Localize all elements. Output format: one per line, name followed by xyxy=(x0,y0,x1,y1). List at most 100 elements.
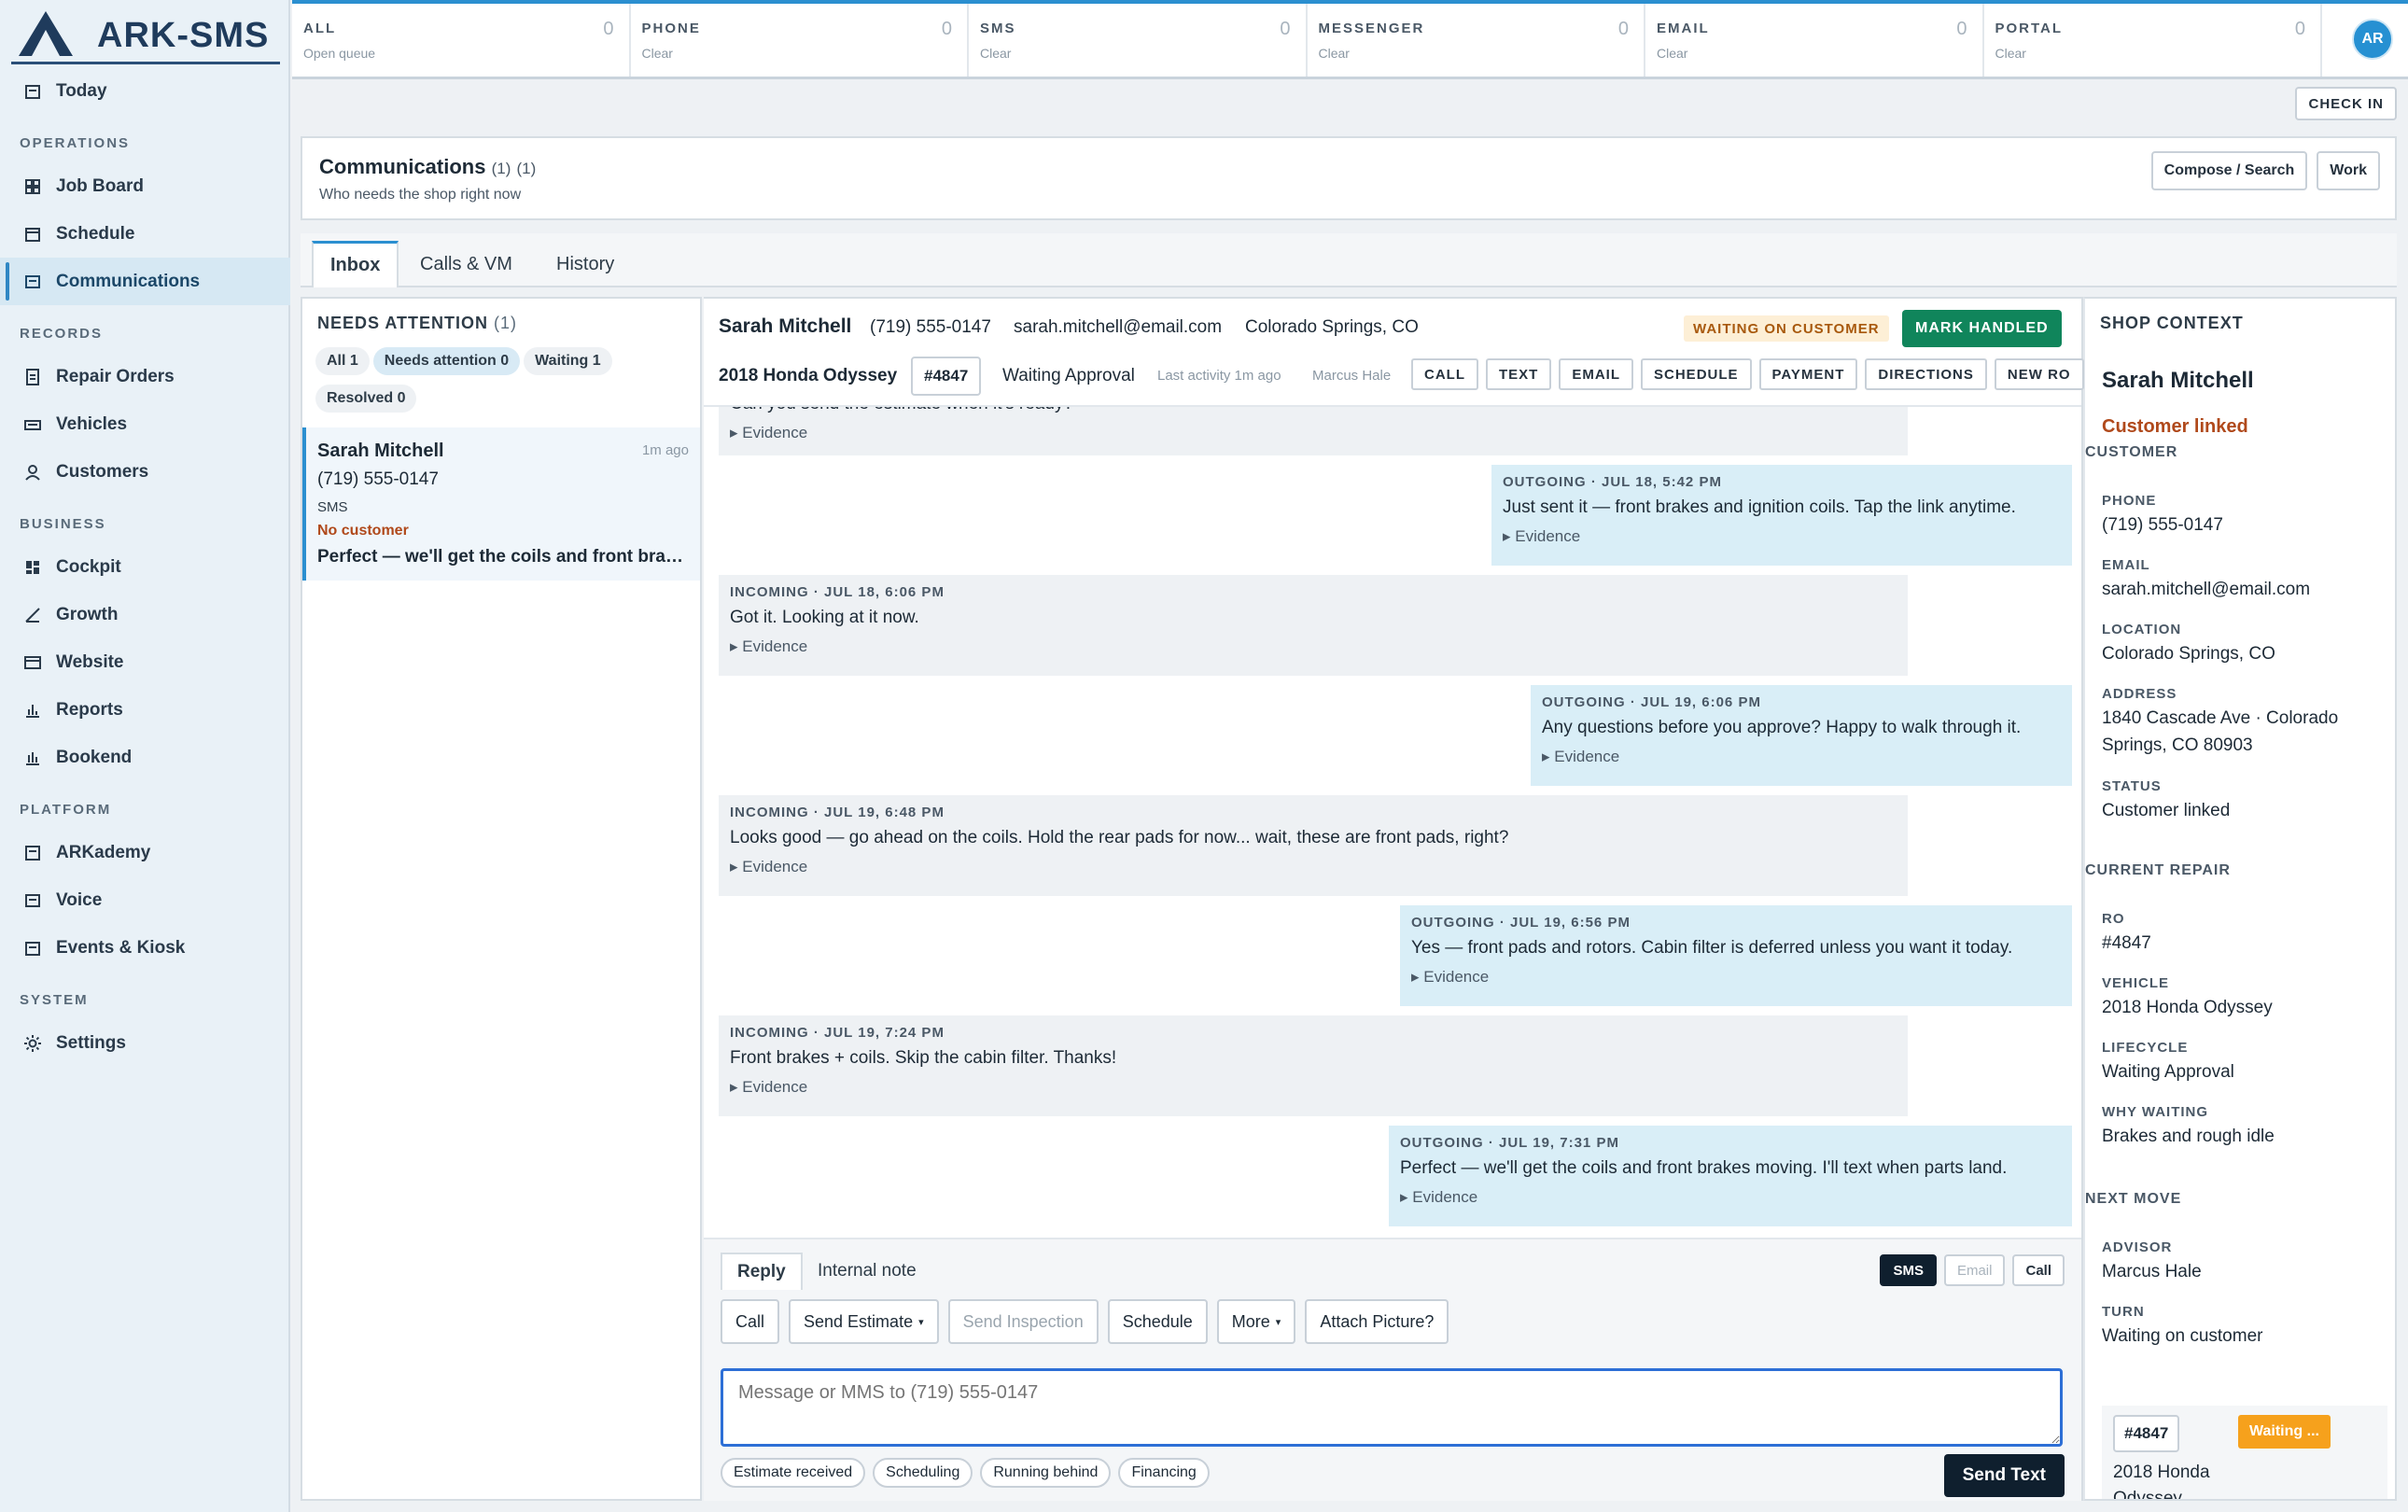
thread-lifecycle: Waiting Approval xyxy=(1002,366,1135,385)
list-item[interactable]: Sarah Mitchell 1m ago (719) 555-0147 SMS… xyxy=(302,427,700,581)
channel-count: 0 xyxy=(1280,19,1291,39)
call-button[interactable]: Call xyxy=(721,1299,780,1344)
channel-sms-button[interactable]: SMS xyxy=(1880,1254,1937,1286)
message-input[interactable] xyxy=(721,1368,2063,1447)
field-advisor: Marcus Hale xyxy=(2102,1262,2202,1281)
message-meta: OUTGOING · JUL 19, 6:06 PM xyxy=(1542,694,1761,710)
mini-status-badge[interactable]: Waiting ... xyxy=(2238,1415,2331,1449)
section-next-move: NEXT MOVE xyxy=(2085,1191,2182,1207)
evidence-toggle[interactable]: ▸ Evidence xyxy=(730,637,1897,656)
sidebar-item-customers[interactable]: Customers xyxy=(0,448,290,496)
directions-action-button[interactable]: DIRECTIONS xyxy=(1865,358,1987,390)
sidebar-item-today[interactable]: Today xyxy=(0,67,290,115)
filter-chip-waiting[interactable]: Waiting 1 xyxy=(524,347,612,375)
page-title: Communications (1) (1) xyxy=(319,155,536,179)
sidebar-item-reports[interactable]: Reports xyxy=(0,686,290,734)
sidebar-item-arkademy[interactable]: ARKademy xyxy=(0,829,290,876)
field-label: TURN xyxy=(2102,1304,2145,1320)
field-ro: #4847 xyxy=(2102,933,2151,953)
check-in-button[interactable]: CHECK IN xyxy=(2295,87,2397,120)
message-meta: INCOMING · JUL 19, 7:24 PM xyxy=(730,1025,945,1041)
send-text-button[interactable]: Send Text xyxy=(1943,1454,2065,1497)
tab-inbox[interactable]: Inbox xyxy=(312,241,399,287)
tab-history[interactable]: History xyxy=(539,241,631,287)
channel-count: 0 xyxy=(2294,19,2305,39)
tab-internal-note[interactable]: Internal note xyxy=(803,1253,931,1290)
schedule-button[interactable]: Schedule xyxy=(1107,1299,1208,1344)
channel-email-button[interactable]: Email xyxy=(1943,1254,2006,1286)
sidebar-item-bookend[interactable]: Bookend xyxy=(0,734,290,781)
schedule-action-button[interactable]: SCHEDULE xyxy=(1641,358,1752,390)
payment-action-button[interactable]: PAYMENT xyxy=(1758,358,1858,390)
filter-chip-all[interactable]: All 1 xyxy=(315,347,370,375)
tab-calls-vm[interactable]: Calls & VM xyxy=(403,241,529,287)
email-action-button[interactable]: EMAIL xyxy=(1559,358,1634,390)
channel-email[interactable]: EMAIL Clear 0 xyxy=(1645,4,1984,77)
evidence-toggle[interactable]: ▸ Evidence xyxy=(730,1078,1897,1097)
mark-handled-button[interactable]: MARK HANDLED xyxy=(1902,310,2062,347)
sidebar-item-label: Repair Orders xyxy=(56,366,175,386)
field-label: PHONE xyxy=(2102,493,2157,509)
sidebar-item-vehicles[interactable]: Vehicles xyxy=(0,400,290,448)
sidebar-item-voice[interactable]: Voice xyxy=(0,876,290,924)
sidebar-item-repair-orders[interactable]: Repair Orders xyxy=(0,353,290,400)
quick-reply-running-behind[interactable]: Running behind xyxy=(980,1458,1112,1488)
sidebar-item-schedule[interactable]: Schedule xyxy=(0,210,290,258)
channel-count: 0 xyxy=(1617,19,1629,39)
new-ro-action-button[interactable]: NEW RO xyxy=(1994,358,2084,390)
avatar[interactable]: AR xyxy=(2352,19,2393,60)
evidence-toggle[interactable]: ▸ Evidence xyxy=(730,424,1897,442)
sidebar-item-settings[interactable]: Settings xyxy=(0,1019,290,1067)
channel-all[interactable]: ALL Open queue 0 xyxy=(292,4,631,77)
evidence-toggle[interactable]: ▸ Evidence xyxy=(1411,968,2061,987)
more-label: More xyxy=(1231,1311,1270,1331)
evidence-toggle[interactable]: ▸ Evidence xyxy=(1503,527,2061,546)
channel-name: PORTAL xyxy=(1995,21,2064,36)
sidebar-item-cockpit[interactable]: Cockpit xyxy=(0,543,290,591)
filter-chip-resolved[interactable]: Resolved 0 xyxy=(315,385,417,413)
nav-section-title: BUSINESS xyxy=(20,516,106,532)
quick-reply-estimate-received[interactable]: Estimate received xyxy=(721,1458,866,1488)
context-heading: SHOP CONTEXT xyxy=(2100,314,2244,332)
channel-status: Clear xyxy=(1995,46,2026,61)
text-action-button[interactable]: TEXT xyxy=(1486,358,1552,390)
send-inspection-button[interactable]: Send Inspection xyxy=(947,1299,1099,1344)
channel-call-button[interactable]: Call xyxy=(2012,1254,2065,1286)
field-turn: Waiting on customer xyxy=(2102,1326,2263,1346)
thread-email[interactable]: sarah.mitchell@email.com xyxy=(1014,317,1222,338)
tab-reply[interactable]: Reply xyxy=(721,1253,803,1290)
quick-reply-scheduling[interactable]: Scheduling xyxy=(873,1458,973,1488)
call-action-button[interactable]: CALL xyxy=(1411,358,1478,390)
sidebar-item-job-board[interactable]: Job Board xyxy=(0,162,290,210)
sidebar-item-events-kiosk[interactable]: Events & Kiosk xyxy=(0,924,290,972)
repair-mini-card[interactable]: #4847 Waiting ... 2018 Honda Odyssey xyxy=(2102,1406,2387,1499)
more-button[interactable]: More ▾ xyxy=(1216,1299,1296,1344)
channel-portal[interactable]: PORTAL Clear 0 xyxy=(1983,4,2322,77)
evidence-toggle[interactable]: ▸ Evidence xyxy=(1542,748,2061,766)
sidebar-item-growth[interactable]: Growth xyxy=(0,591,290,638)
work-button[interactable]: Work xyxy=(2317,151,2380,190)
quick-reply-financing[interactable]: Financing xyxy=(1118,1458,1210,1488)
message-text: Can you send the estimate when it's read… xyxy=(730,407,1897,414)
logo[interactable]: ARK-SMS xyxy=(17,7,269,60)
mini-ro-chip[interactable]: #4847 xyxy=(2113,1415,2180,1452)
evidence-toggle[interactable]: ▸ Evidence xyxy=(730,858,1897,876)
channel-sms[interactable]: SMS Clear 0 xyxy=(969,4,1308,77)
evidence-toggle[interactable]: ▸ Evidence xyxy=(1400,1188,2061,1207)
channel-phone[interactable]: PHONE Clear 0 xyxy=(630,4,969,77)
filter-chips: All 1 Needs attention 0 Waiting 1 Resolved … xyxy=(315,347,698,422)
message-list[interactable]: Can you send the estimate when it's read… xyxy=(704,407,2081,1238)
sidebar-item-communications[interactable]: Communications xyxy=(0,258,290,305)
send-estimate-button[interactable]: Send Estimate ▾ xyxy=(789,1299,939,1344)
compose-search-button[interactable]: Compose / Search xyxy=(2150,151,2308,190)
thread-phone[interactable]: (719) 555-0147 xyxy=(870,317,991,338)
ro-number-chip[interactable]: #4847 xyxy=(911,357,982,396)
attach-picture-button[interactable]: Attach Picture? xyxy=(1305,1299,1449,1344)
channel-messenger[interactable]: MESSENGER Clear 0 xyxy=(1307,4,1645,77)
conversation-phone: (719) 555-0147 xyxy=(317,469,439,489)
list-heading-count: (1) xyxy=(494,314,518,332)
filter-chip-needs-attention[interactable]: Needs attention 0 xyxy=(372,347,521,375)
logo-mark-icon xyxy=(19,11,73,56)
sidebar-item-website[interactable]: Website xyxy=(0,638,290,686)
message-incoming: Can you send the estimate when it's read… xyxy=(719,407,1908,455)
